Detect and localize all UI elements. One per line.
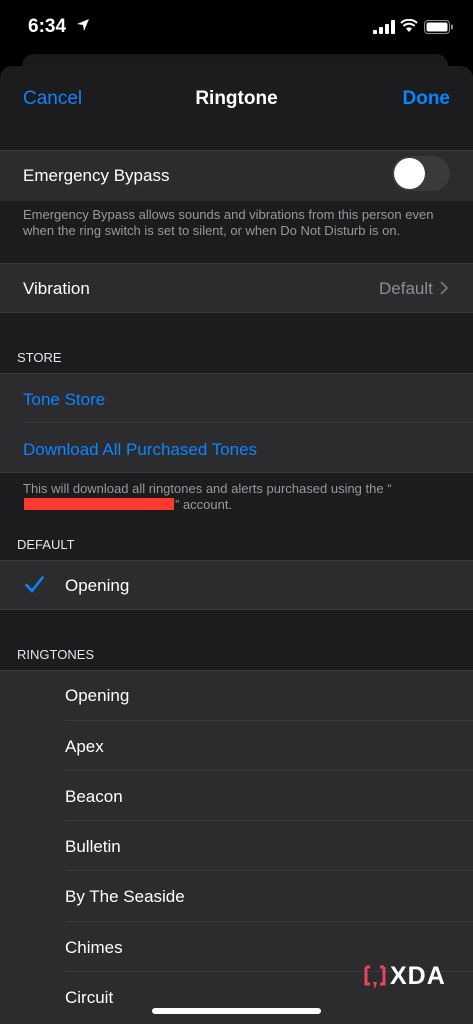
emergency-bypass-footer: Emergency Bypass allows sounds and vibra… <box>23 207 434 238</box>
ringtone-item-bulletin[interactable]: Bulletin <box>65 837 121 857</box>
divider <box>0 670 473 671</box>
ringtone-item-beacon[interactable]: Beacon <box>65 787 123 807</box>
divider <box>65 870 473 871</box>
ringtone-item-by-the-seaside[interactable]: By The Seaside <box>65 887 185 907</box>
divider <box>65 770 473 771</box>
wifi-icon <box>400 19 418 32</box>
ringtone-item-circuit[interactable]: Circuit <box>65 988 113 1008</box>
status-bar: 6:34 <box>0 0 473 58</box>
divider <box>0 472 473 473</box>
divider <box>0 150 473 151</box>
ringtone-item-chimes[interactable]: Chimes <box>65 938 123 958</box>
xda-logo-icon <box>364 965 386 989</box>
divider <box>0 609 473 610</box>
divider <box>0 312 473 313</box>
ringtone-item-apex[interactable]: Apex <box>65 737 104 757</box>
nav-bar: Cancel Ringtone Done <box>0 66 473 132</box>
xda-watermark: XDA <box>364 962 464 992</box>
divider <box>65 921 473 922</box>
redacted-account <box>24 498 174 510</box>
divider <box>23 422 473 423</box>
store-section-header: STORE <box>17 350 62 365</box>
divider <box>65 720 473 721</box>
default-section-header: DEFAULT <box>17 537 75 552</box>
vibration-label: Vibration <box>23 279 90 298</box>
ringtones-section-header: RINGTONES <box>17 647 95 662</box>
ringtone-item-opening[interactable]: Opening <box>65 686 129 706</box>
vibration-value: Default <box>379 279 433 298</box>
divider <box>0 263 473 264</box>
cellular-signal-icon <box>373 20 395 34</box>
location-arrow-icon <box>77 19 89 31</box>
divider <box>0 373 473 374</box>
done-button[interactable]: Done <box>403 88 451 110</box>
default-selected-tone: Opening <box>65 576 130 595</box>
emergency-bypass-toggle[interactable] <box>392 156 450 191</box>
store-footer: This will download all ringtones and ale… <box>23 481 453 513</box>
ringtone-sheet: Cancel Ringtone Done Emergency Bypass Em… <box>0 66 473 1024</box>
store-footer-text: This will download all ringtones and ale… <box>23 481 392 496</box>
divider <box>0 560 473 561</box>
home-indicator[interactable] <box>152 1008 321 1014</box>
toggle-knob <box>394 158 425 189</box>
status-time: 6:34 <box>28 16 67 37</box>
tone-store-link[interactable]: Tone Store <box>23 390 105 410</box>
checkmark-icon <box>25 576 44 593</box>
divider <box>65 820 473 821</box>
chevron-right-icon <box>440 281 448 295</box>
download-all-purchased-tones-link[interactable]: Download All Purchased Tones <box>23 440 257 460</box>
emergency-bypass-label: Emergency Bypass <box>23 166 170 185</box>
store-footer-text-end: ” account. <box>175 497 233 512</box>
battery-icon <box>424 20 453 34</box>
xda-wordmark: XDA <box>390 962 446 990</box>
